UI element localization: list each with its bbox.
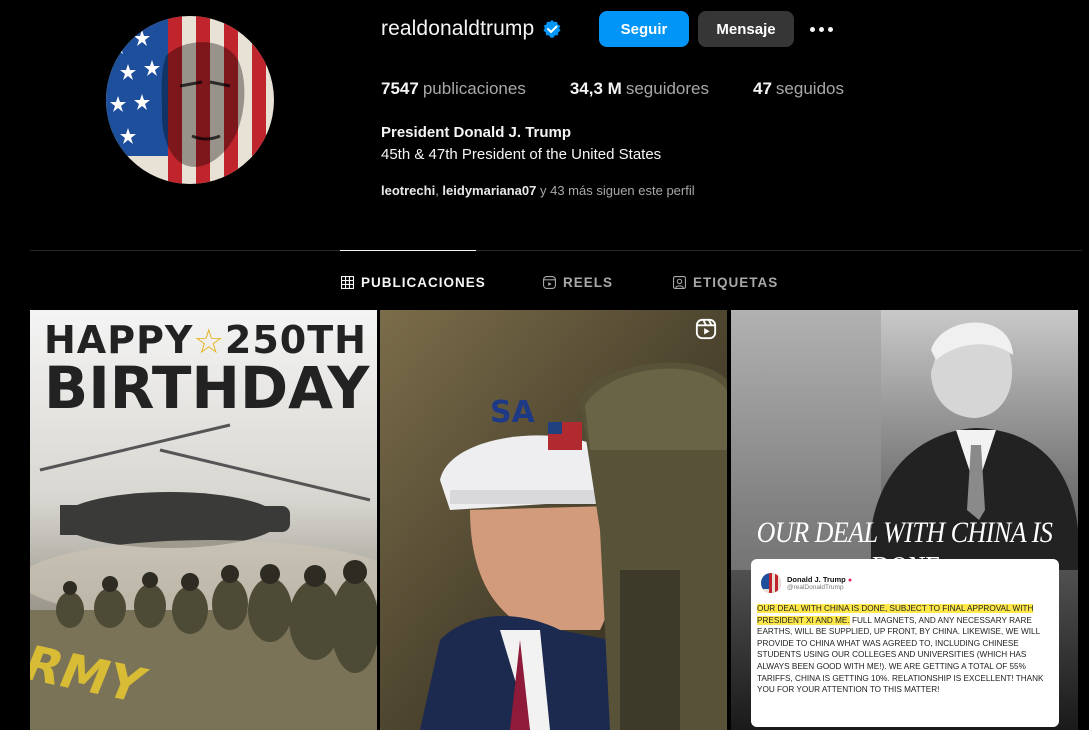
tab-publicaciones-label: PUBLICACIONES	[361, 274, 486, 290]
birthday-line2: BIRTHDAY	[44, 354, 370, 422]
tweet-handle: @realDonaldTrump	[787, 584, 844, 591]
tab-etiquetas[interactable]: ETIQUETAS	[673, 272, 778, 292]
following-count-value: 47	[753, 79, 772, 98]
tweet-author-name: Donald J. Trump ●	[787, 575, 852, 584]
profile-avatar[interactable]	[106, 16, 274, 184]
posts-count-label: publicaciones	[422, 79, 526, 98]
posts-count: 7547 publicaciones	[381, 79, 526, 99]
tab-etiquetas-label: ETIQUETAS	[693, 274, 779, 290]
tweet-body: Our deal with China is done, subject to …	[757, 603, 1053, 696]
followed-by-rest: y 43 más siguen este perfil	[536, 183, 695, 198]
followers-link[interactable]: 34,3 Mseguidores	[570, 79, 709, 99]
message-button[interactable]: Mensaje	[698, 11, 794, 47]
tweet-rest: Full magnets, and any necessary rare ear…	[757, 615, 1044, 695]
bio-text: 45th & 47th President of the United Stat…	[381, 146, 662, 163]
username: realdonaldtrump	[381, 17, 535, 40]
follower-link-2[interactable]: leidymariana07	[442, 183, 536, 198]
reel-cover-image: SA	[380, 310, 727, 730]
post-thumbnail-3[interactable]: OUR DEAL WITH CHINA IS DONE Donald J. Tr…	[731, 310, 1078, 730]
follow-button[interactable]: Seguir	[599, 11, 689, 47]
post-thumbnail-2[interactable]: SA	[380, 310, 727, 730]
tweet-header: Donald J. Trump ● @realDonaldTrump	[761, 573, 1053, 593]
profile-stats: 7547 publicaciones 34,3 Mseguidores 47 seg…	[381, 79, 888, 99]
post-thumbnail-1[interactable]: ARMY HAPPY☆250TH BIRTHDAY	[30, 310, 377, 730]
cap-text: SA	[490, 395, 536, 430]
tab-reels-label: REELS	[563, 274, 614, 290]
tweet-card: Donald J. Trump ● @realDonaldTrump Our d…	[751, 559, 1059, 727]
tag-icon	[673, 275, 686, 289]
following-count-label: seguidos	[775, 79, 844, 98]
avatar-image	[106, 16, 274, 184]
tab-publicaciones[interactable]: PUBLICACIONES	[341, 272, 486, 292]
following-link[interactable]: 47 seguidos	[753, 79, 844, 99]
tweet-author-name-text: Donald J. Trump	[787, 575, 846, 584]
username-row: realdonaldtrump	[381, 11, 562, 47]
bio-full-name: President Donald J. Trump	[381, 124, 572, 141]
tweet-avatar	[761, 573, 781, 593]
tab-reels[interactable]: REELS	[543, 272, 613, 292]
active-tab-indicator	[340, 250, 476, 251]
more-options-icon[interactable]	[807, 18, 835, 40]
followers-count-value: 34,3 M	[569, 79, 622, 98]
followed-by[interactable]: leotrechi, leidymariana07 y 43 más sigue…	[381, 183, 695, 198]
followers-count-label: seguidores	[625, 79, 709, 98]
verified-badge-icon	[543, 20, 561, 38]
reel-overlay-icon	[695, 318, 717, 340]
grid-icon	[341, 275, 354, 289]
follower-link-1[interactable]: leotrechi	[381, 183, 435, 198]
reels-icon	[543, 275, 556, 289]
posts-count-value: 7547	[381, 79, 419, 98]
tweet-verified-icon: ●	[847, 577, 853, 584]
tabs-divider	[30, 250, 1082, 251]
